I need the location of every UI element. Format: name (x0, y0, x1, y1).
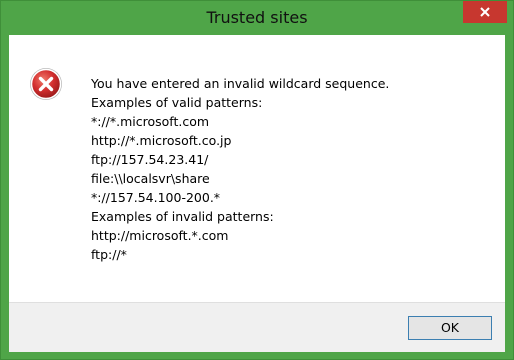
message-line: ftp://* (91, 247, 127, 262)
message-line: file:\\localsvr\share (91, 171, 210, 186)
dialog-window: Trusted sites You have entered an invali… (0, 0, 514, 360)
message-line: *://*.microsoft.com (91, 114, 210, 129)
message-line: ftp://157.54.23.41/ (91, 152, 209, 167)
window-title: Trusted sites (206, 8, 308, 27)
message-line: http://*.microsoft.co.jp (91, 133, 232, 148)
message-line: *://157.54.100-200.* (91, 190, 221, 205)
error-message: You have entered an invalid wildcard seq… (91, 74, 389, 264)
message-line: Examples of valid patterns: (91, 95, 263, 110)
title-bar[interactable]: Trusted sites (1, 1, 513, 34)
message-line: You have entered an invalid wildcard seq… (91, 76, 390, 91)
message-line: Examples of invalid patterns: (91, 209, 274, 224)
message-line: http://microsoft.*.com (91, 228, 229, 243)
ok-button[interactable]: OK (408, 316, 492, 340)
close-icon (480, 7, 490, 17)
dialog-body: You have entered an invalid wildcard seq… (9, 35, 505, 352)
close-button[interactable] (463, 1, 507, 23)
error-icon (30, 68, 62, 100)
button-bar: OK (9, 302, 505, 352)
